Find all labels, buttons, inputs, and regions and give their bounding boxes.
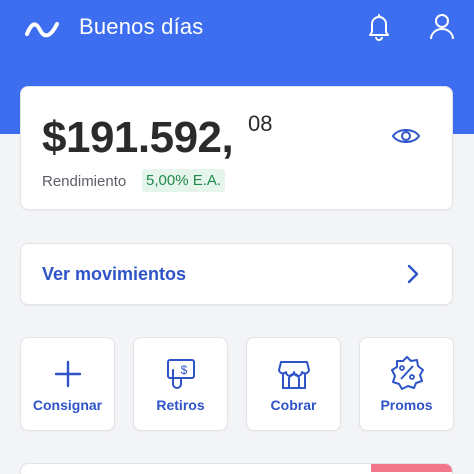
chevron-right-icon [407,264,419,284]
promos-label: Promos [380,397,433,413]
user-icon[interactable] [428,11,456,41]
view-movements-label: Ver movimientos [42,264,187,284]
plus-icon [54,360,82,388]
eye-icon[interactable] [391,125,421,147]
store-icon [278,361,310,389]
withdrawals-label: Retiros [156,397,205,413]
yield-badge: 5,00% E.A. [142,169,226,192]
balance-cents: 08 [248,111,273,136]
promos-button[interactable]: Promos [359,337,454,431]
promo-tag [371,464,452,472]
cash-withdraw-icon: $ [167,359,195,389]
svg-text:$: $ [181,363,188,377]
yield-label: Rendimiento [42,173,127,190]
greeting-title: Buenos días [79,14,204,39]
collect-label: Cobrar [270,397,317,413]
brand-logo-icon [25,22,59,38]
withdrawals-button[interactable]: $ Retiros [133,337,228,431]
deposit-label: Consignar [32,397,103,413]
collect-button[interactable]: Cobrar [246,337,341,431]
deposit-button[interactable]: Consignar [20,337,115,431]
balance-amount: $191.592, [42,113,234,162]
promo-card[interactable] [20,463,453,474]
view-movements-button[interactable]: Ver movimientos [20,243,453,305]
discount-badge-icon [391,356,424,390]
balance-card: $191.592, 08 Rendimiento 5,00% E.A. [20,86,453,210]
bell-icon[interactable] [365,11,393,41]
